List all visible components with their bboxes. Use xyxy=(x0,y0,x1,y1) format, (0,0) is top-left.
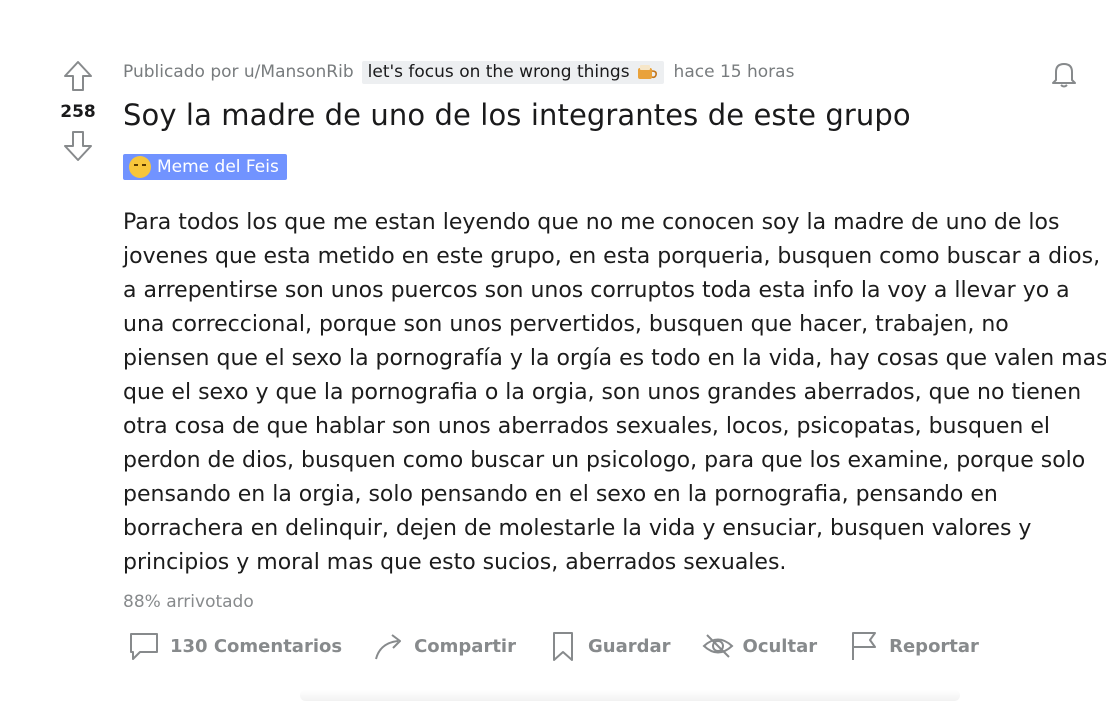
upvote-ratio: 88% arrivotado xyxy=(123,592,254,612)
body-line: a arrepentirse son unos puercos son unos… xyxy=(123,278,1070,303)
arrow-down-icon xyxy=(64,131,92,161)
comments-label: 130 Comentarios xyxy=(170,635,343,657)
eye-slash-icon xyxy=(702,634,733,658)
notification-bell-button[interactable] xyxy=(1048,58,1080,90)
post-flair-badge[interactable]: Meme del Feis xyxy=(123,154,287,180)
post-card: 258 Publicado por u/MansonRib let's focu… xyxy=(0,0,1106,701)
hide-label: Ocultar xyxy=(742,635,818,657)
body-line: borrachera en delinquir, dejen de molest… xyxy=(123,516,1032,541)
flair-emoji-icon xyxy=(636,63,658,81)
body-line: Para todos los que me estan leyendo que … xyxy=(123,210,1060,235)
comments-button[interactable]: 130 Comentarios xyxy=(126,629,342,663)
share-button[interactable]: Compartir xyxy=(372,629,516,663)
post-meta: Publicado por u/MansonRib let's focus on… xyxy=(123,58,794,86)
report-label: Reportar xyxy=(889,635,979,657)
body-line: que el sexo y que la pornografia o la or… xyxy=(123,380,1082,405)
comment-bubble-icon xyxy=(130,633,158,660)
vote-score: 258 xyxy=(60,102,96,122)
share-label: Compartir xyxy=(414,635,516,657)
flag-icon xyxy=(852,632,877,660)
downvote-button[interactable] xyxy=(60,128,96,164)
share-arrow-icon xyxy=(375,634,402,660)
author-flair: let's focus on the wrong things xyxy=(361,60,664,84)
posted-by-author-link[interactable]: Publicado por u/MansonRib xyxy=(123,62,354,82)
flair-face-icon xyxy=(129,156,151,178)
body-line: principios y moral mas que esto sucios, … xyxy=(123,550,787,575)
arrow-up-icon xyxy=(64,61,92,91)
body-line: perdon de dios, busquen como buscar un p… xyxy=(123,448,1086,473)
body-line: una correccional, porque son unos perver… xyxy=(123,312,1009,337)
post-title[interactable]: Soy la madre de uno de los integrantes d… xyxy=(123,98,911,132)
body-line: otra cosa de que hablar son unos aberrad… xyxy=(123,414,1050,439)
post-actions-bar: 130 Comentarios Compartir Guardar Oculta… xyxy=(126,627,1009,665)
body-line: pensando en la orgia, solo pensando en e… xyxy=(123,482,998,507)
post-body: Para todos los que me estan leyendo que … xyxy=(123,206,1106,580)
post-flair-label: Meme del Feis xyxy=(157,157,279,177)
upvote-button[interactable] xyxy=(60,58,96,94)
bookmark-icon xyxy=(552,632,573,661)
report-button[interactable]: Reportar xyxy=(847,629,979,663)
body-line: piensen que el sexo la pornografía y la … xyxy=(123,346,1106,371)
hide-button[interactable]: Ocultar xyxy=(701,629,818,663)
save-button[interactable]: Guardar xyxy=(546,629,671,663)
body-line: jovenes que esta metido en este grupo, e… xyxy=(123,244,1101,269)
card-bottom-shadow xyxy=(300,690,960,701)
bell-icon xyxy=(1052,63,1076,88)
post-time[interactable]: hace 15 horas xyxy=(674,62,795,82)
save-label: Guardar xyxy=(587,635,671,657)
author-flair-text: let's focus on the wrong things xyxy=(367,61,630,82)
vote-column: 258 xyxy=(52,58,104,164)
